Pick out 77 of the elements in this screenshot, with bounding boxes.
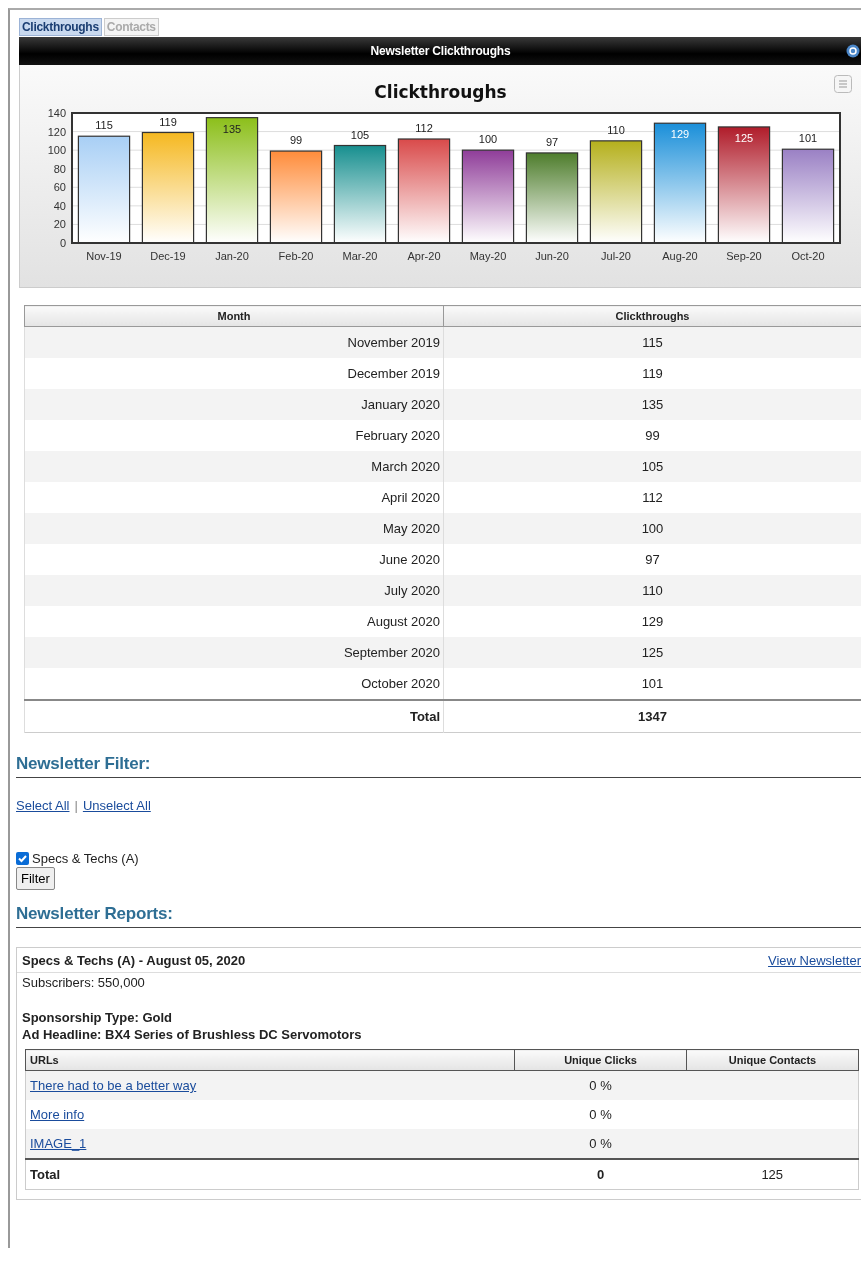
data-label: 110	[607, 123, 625, 136]
table-cell: Total	[24, 700, 444, 733]
data-label: 119	[159, 115, 177, 128]
axis-label: May-20	[469, 250, 507, 262]
axis-label: Jun-20	[535, 250, 569, 262]
url-link[interactable]: More info	[30, 1107, 85, 1122]
table-cell: 0	[514, 1159, 687, 1190]
table-cell: 0 %	[514, 1070, 687, 1100]
data-label: 135	[222, 122, 242, 135]
chart-title: Clickthroughs	[374, 82, 507, 102]
subscriber-count: Subscribers: 550,000	[21, 974, 146, 990]
data-label: 105	[350, 128, 370, 141]
column-header: Unique Clicks	[514, 1049, 687, 1071]
table-cell: 110	[443, 575, 861, 606]
ad-headline: Ad Headline: BX4 Series of Brushless DC Servomotors	[22, 1026, 363, 1043]
table-cell: 105	[443, 451, 861, 482]
table-cell: 115	[443, 326, 861, 358]
table-cell: 0 %	[514, 1129, 687, 1159]
table-cell: 125	[443, 637, 861, 668]
tab[interactable]: Clickthroughs	[19, 18, 102, 36]
tick-label: 60	[53, 181, 66, 194]
tick-label: 80	[53, 162, 66, 175]
data-label: 101	[798, 132, 818, 145]
view-newsletter-link[interactable]: View Newsletter	[768, 952, 861, 968]
tick-label: 140	[47, 107, 66, 119]
axis-label: Nov-19	[86, 250, 122, 262]
tick-label: 40	[53, 199, 66, 212]
column-header: Month	[24, 305, 444, 327]
axis-label: Apr-20	[407, 250, 441, 262]
column-header: URLs	[25, 1049, 515, 1071]
data-label: 99	[289, 134, 303, 147]
url-link[interactable]: IMAGE_1	[30, 1136, 87, 1151]
axis-label: Oct-20	[791, 250, 825, 262]
report-title: Specs & Techs (A) - August 05, 2020	[22, 952, 246, 968]
table-cell: 135	[443, 389, 861, 420]
table-cell: July 2020	[24, 575, 444, 606]
panel-title: Newsletter Clickthroughs	[370, 44, 511, 58]
select-all-link[interactable]: Select All	[16, 798, 70, 813]
axis-label: Jan-20	[215, 250, 249, 262]
checkbox-label: Specs & Techs (A)	[32, 851, 139, 866]
axis-label: Dec-19	[150, 250, 186, 262]
unselect-all-link[interactable]: Unselect All	[82, 798, 151, 813]
table-cell: January 2020	[24, 389, 444, 420]
axis-label: Mar-20	[342, 250, 378, 262]
column-header: Unique Contacts	[686, 1049, 859, 1071]
checkbox[interactable]	[16, 852, 29, 865]
tick-label: 120	[47, 125, 66, 138]
help-icon[interactable]	[846, 44, 860, 58]
table-cell: 100	[443, 513, 861, 544]
sponsorship-type: Sponsorship Type: Gold	[22, 1009, 173, 1026]
data-label: 100	[478, 133, 498, 146]
separator: |	[74, 798, 78, 813]
axis-label: Aug-20	[662, 250, 698, 262]
filter-button[interactable]: Filter	[16, 867, 55, 890]
data-label: 129	[670, 128, 690, 141]
url-link[interactable]: There had to be a better way	[30, 1078, 197, 1093]
axis-label: Jul-20	[601, 250, 631, 262]
data-label: 125	[734, 131, 754, 144]
table-cell: 125	[686, 1159, 859, 1190]
table-cell: November 2019	[24, 326, 444, 358]
table-cell: May 2020	[24, 513, 444, 544]
table-cell: September 2020	[24, 637, 444, 668]
table-cell: 0 %	[514, 1100, 687, 1129]
section-heading: Newsletter Reports:	[16, 904, 861, 928]
axis-label: Feb-20	[278, 250, 314, 262]
column-header: Clickthroughs	[443, 305, 861, 327]
tick-label: 0	[59, 237, 66, 249]
tick-label: 20	[53, 218, 66, 231]
table-cell: 1347	[443, 700, 861, 733]
tick-label: 100	[47, 144, 66, 157]
section-heading: Newsletter Filter:	[16, 754, 861, 778]
table-cell: Total	[25, 1159, 515, 1190]
data-label: 97	[545, 135, 559, 148]
data-label: 115	[95, 119, 113, 132]
table-cell: March 2020	[24, 451, 444, 482]
axis-label: Sep-20	[726, 250, 762, 262]
data-label: 112	[415, 122, 433, 134]
